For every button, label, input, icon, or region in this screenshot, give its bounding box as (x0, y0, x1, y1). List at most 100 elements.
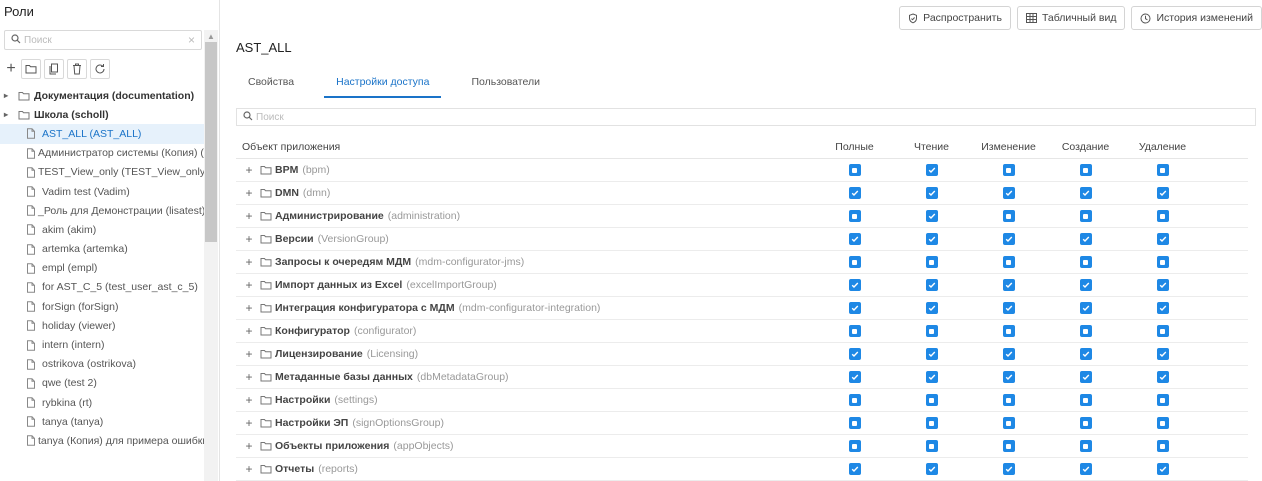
permission-checkbox[interactable] (848, 279, 861, 291)
permission-checkbox[interactable] (848, 164, 861, 176)
permission-checkbox[interactable] (925, 256, 938, 268)
permission-checkbox[interactable] (848, 233, 861, 245)
permission-checkbox[interactable] (1156, 394, 1169, 406)
permission-checkbox[interactable] (1079, 164, 1092, 176)
permission-checkbox[interactable] (1156, 463, 1169, 475)
permission-checkbox[interactable] (1002, 417, 1015, 429)
scrollbar-thumb[interactable] (205, 42, 217, 242)
delete-button[interactable] (67, 59, 87, 79)
tree-item[interactable]: rybkina (rt) (0, 393, 204, 412)
tree-item[interactable]: qwe (test 2) (0, 374, 204, 393)
tree-group[interactable]: ▸ Школа (scholl) (0, 105, 204, 124)
permission-checkbox[interactable] (925, 417, 938, 429)
permission-checkbox[interactable] (1002, 233, 1015, 245)
roles-search-input[interactable]: Поиск × (4, 30, 202, 50)
permission-checkbox[interactable] (1079, 279, 1092, 291)
permission-checkbox[interactable] (1156, 417, 1169, 429)
tree-item[interactable]: intern (intern) (0, 335, 204, 354)
tree-item[interactable]: _Роль для Демонстрации (lisatest) (0, 201, 204, 220)
refresh-button[interactable] (90, 59, 110, 79)
permission-checkbox[interactable] (1156, 279, 1169, 291)
expand-icon[interactable]: + (242, 416, 256, 430)
tree-item[interactable]: AST_ALL (AST_ALL) (0, 124, 204, 144)
permission-checkbox[interactable] (925, 371, 938, 383)
caret-right-icon[interactable]: ▸ (4, 91, 18, 100)
permission-checkbox[interactable] (1002, 440, 1015, 452)
add-icon[interactable]: + (4, 59, 18, 79)
permission-checkbox[interactable] (925, 325, 938, 337)
permission-checkbox[interactable] (848, 302, 861, 314)
permission-checkbox[interactable] (848, 256, 861, 268)
expand-icon[interactable]: + (242, 439, 256, 453)
permission-checkbox[interactable] (1156, 348, 1169, 360)
permission-checkbox[interactable] (1079, 233, 1092, 245)
permission-checkbox[interactable] (1002, 302, 1015, 314)
permission-checkbox[interactable] (848, 371, 861, 383)
tree-item[interactable]: TEST_View_only (TEST_View_only) (0, 163, 204, 182)
permission-checkbox[interactable] (848, 187, 861, 199)
tab-0[interactable]: Свойства (236, 72, 306, 98)
expand-icon[interactable]: + (242, 393, 256, 407)
expand-icon[interactable]: + (242, 370, 256, 384)
permission-checkbox[interactable] (1156, 164, 1169, 176)
permission-checkbox[interactable] (1079, 371, 1092, 383)
expand-icon[interactable]: + (242, 209, 256, 223)
permission-checkbox[interactable] (1156, 440, 1169, 452)
permission-checkbox[interactable] (1002, 210, 1015, 222)
expand-icon[interactable]: + (242, 255, 256, 269)
permission-checkbox[interactable] (1002, 164, 1015, 176)
permission-checkbox[interactable] (1156, 233, 1169, 245)
permission-checkbox[interactable] (925, 164, 938, 176)
permission-checkbox[interactable] (1079, 440, 1092, 452)
permission-checkbox[interactable] (925, 210, 938, 222)
expand-icon[interactable]: + (242, 186, 256, 200)
permission-checkbox[interactable] (1002, 325, 1015, 337)
permission-checkbox[interactable] (925, 463, 938, 475)
tree-item[interactable]: tanya (Копия) для примера ошибки (0, 431, 204, 450)
permission-checkbox[interactable] (1079, 348, 1092, 360)
tree-item[interactable]: ostrikova (ostrikova) (0, 355, 204, 374)
permission-checkbox[interactable] (848, 440, 861, 452)
permission-checkbox[interactable] (1002, 371, 1015, 383)
permission-checkbox[interactable] (925, 394, 938, 406)
permission-checkbox[interactable] (1156, 187, 1169, 199)
tree-item[interactable]: artemka (artemka) (0, 240, 204, 259)
permission-checkbox[interactable] (1079, 394, 1092, 406)
permission-checkbox[interactable] (1079, 256, 1092, 268)
tab-1[interactable]: Настройки доступа (324, 72, 442, 98)
tree-item[interactable]: Vadim test (Vadim) (0, 182, 204, 201)
tab-2[interactable]: Пользователи (459, 72, 552, 98)
tree-item[interactable]: empl (empl) (0, 259, 204, 278)
roles-scrollbar[interactable]: ▲ (204, 30, 218, 481)
permission-checkbox[interactable] (1079, 417, 1092, 429)
table-view-button[interactable]: Табличный вид (1016, 6, 1126, 30)
permission-checkbox[interactable] (1079, 302, 1092, 314)
permission-checkbox[interactable] (1002, 394, 1015, 406)
permission-checkbox[interactable] (1079, 210, 1092, 222)
permission-checkbox[interactable] (1156, 371, 1169, 383)
permission-checkbox[interactable] (848, 463, 861, 475)
permission-checkbox[interactable] (925, 440, 938, 452)
permission-checkbox[interactable] (1002, 463, 1015, 475)
tree-item[interactable]: tanya (tanya) (0, 412, 204, 431)
permission-checkbox[interactable] (1156, 302, 1169, 314)
tree-item[interactable]: Администратор системы (Копия) (admin_cop… (0, 144, 204, 163)
permission-checkbox[interactable] (1079, 187, 1092, 199)
permission-checkbox[interactable] (848, 210, 861, 222)
add-folder-button[interactable] (21, 59, 41, 79)
expand-icon[interactable]: + (242, 462, 256, 476)
access-search-input[interactable]: Поиск (236, 108, 1256, 126)
permission-checkbox[interactable] (1002, 348, 1015, 360)
expand-icon[interactable]: + (242, 232, 256, 246)
tree-item[interactable]: forSign (forSign) (0, 297, 204, 316)
tree-group[interactable]: ▸ Документация (documentation) (0, 86, 204, 105)
caret-right-icon[interactable]: ▸ (4, 110, 18, 119)
scroll-up-icon[interactable]: ▲ (207, 32, 215, 41)
permission-checkbox[interactable] (1002, 279, 1015, 291)
permission-checkbox[interactable] (1002, 187, 1015, 199)
tree-item[interactable]: akim (akim) (0, 220, 204, 239)
expand-icon[interactable]: + (242, 278, 256, 292)
permission-checkbox[interactable] (1002, 256, 1015, 268)
permission-checkbox[interactable] (848, 348, 861, 360)
expand-icon[interactable]: + (242, 163, 256, 177)
